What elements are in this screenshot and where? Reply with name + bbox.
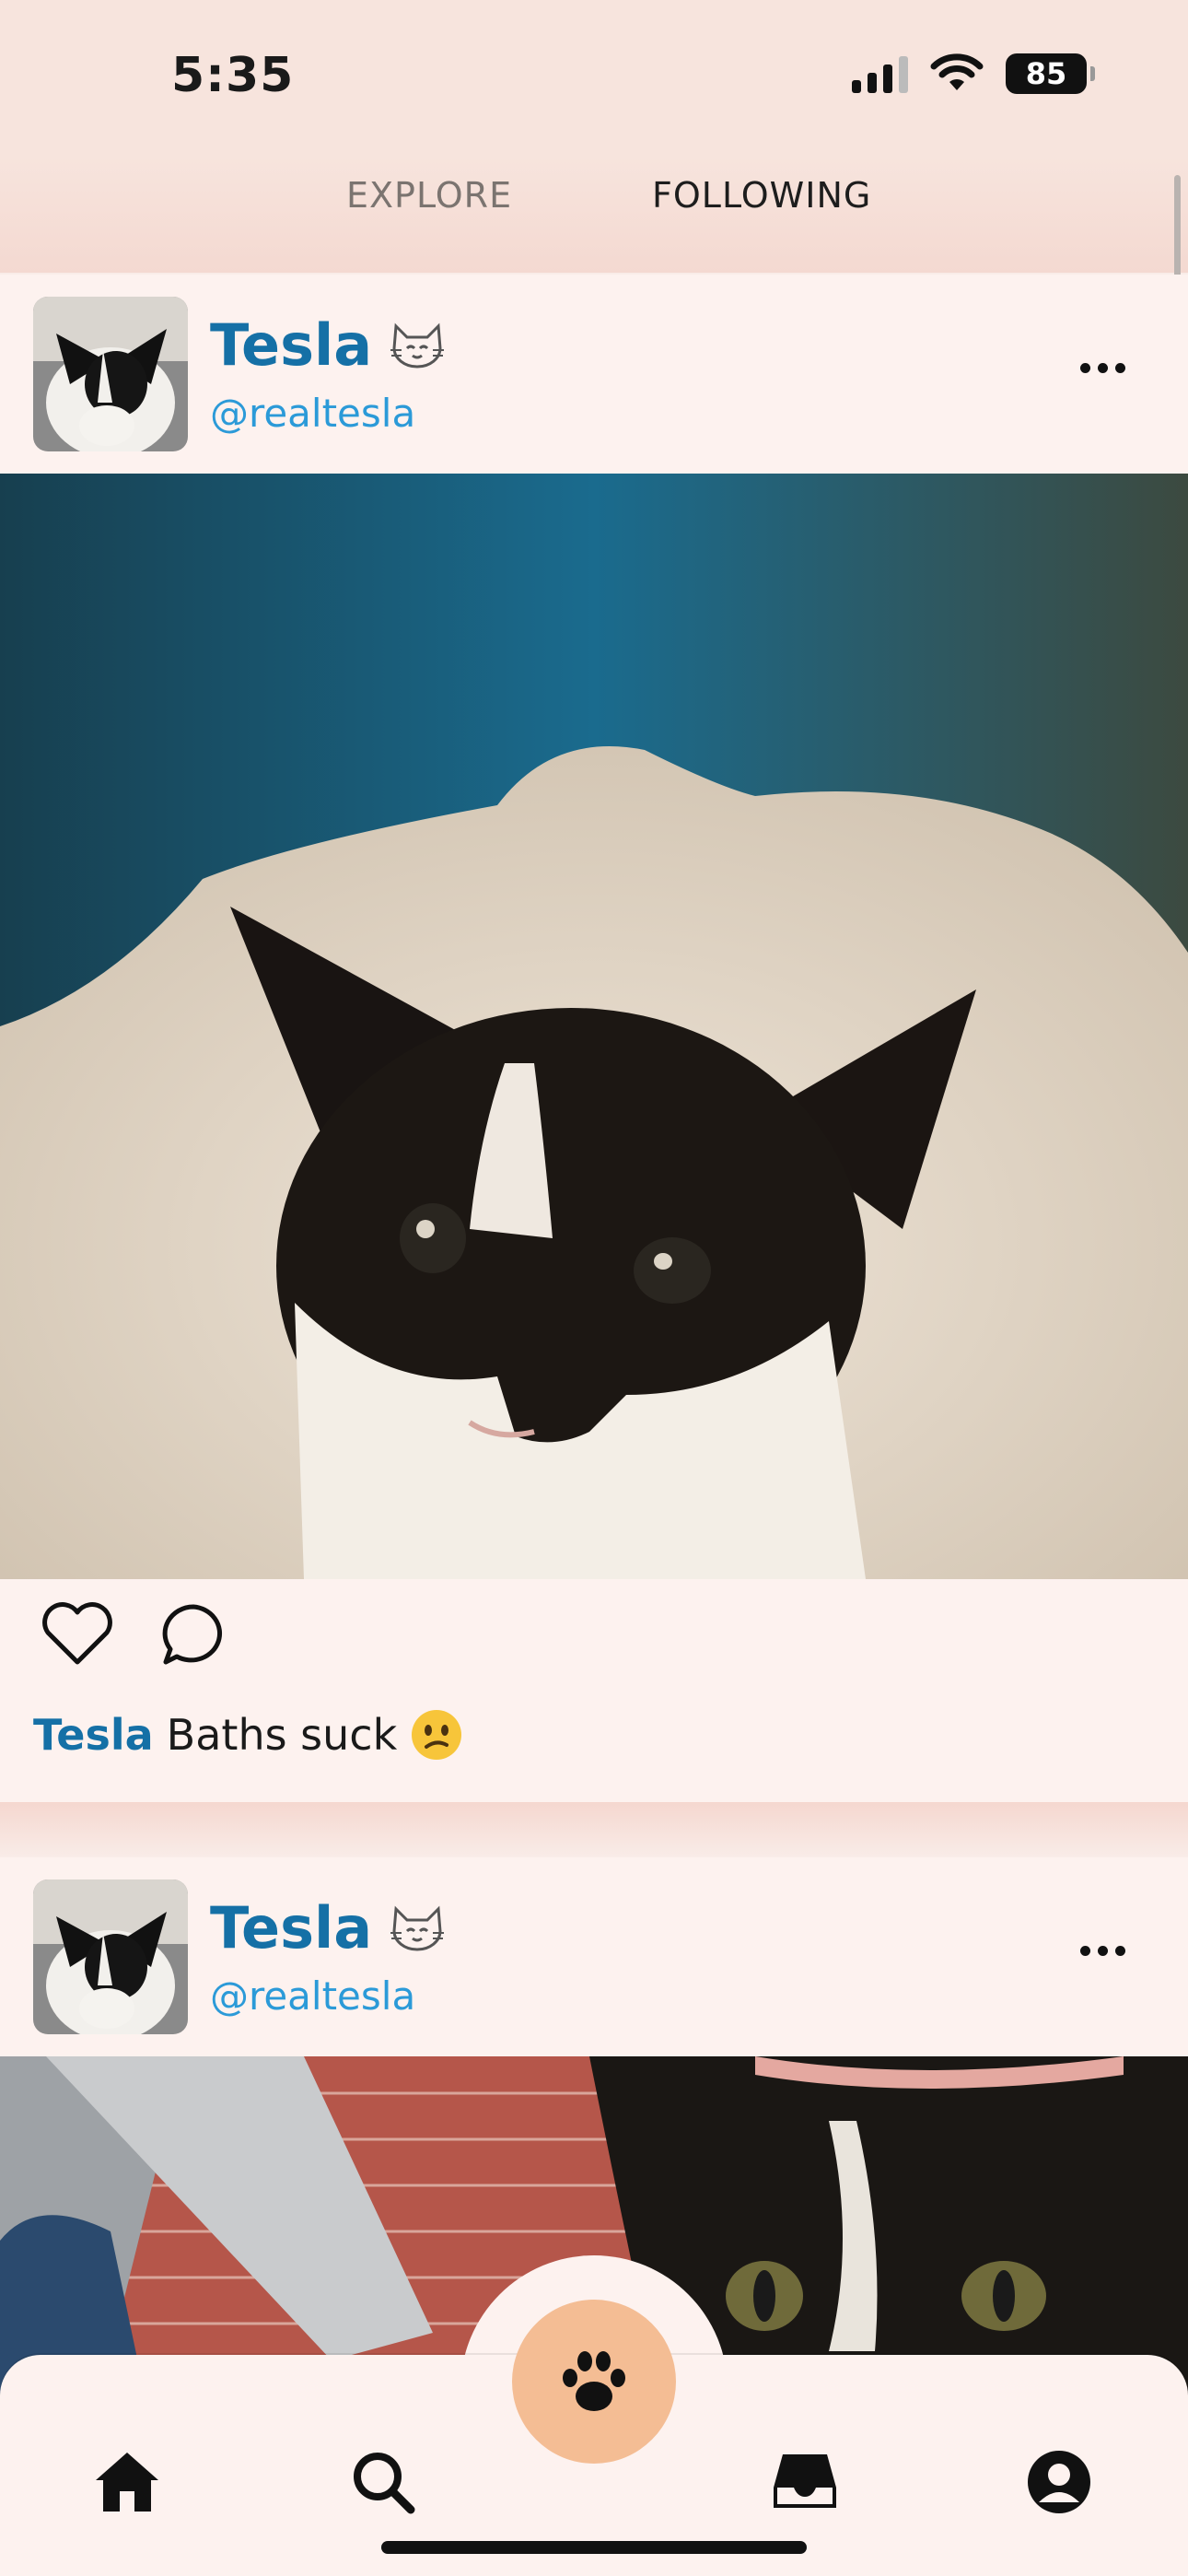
name-row: Tesla bbox=[210, 311, 446, 379]
signal-icon bbox=[852, 54, 908, 93]
post-separator bbox=[0, 1802, 1188, 1857]
paw-icon bbox=[563, 2351, 625, 2411]
avatar[interactable] bbox=[33, 1879, 188, 2034]
more-options-button[interactable] bbox=[1080, 363, 1125, 373]
tab-following[interactable]: FOLLOWING bbox=[652, 175, 871, 216]
post-actions: Tesla Baths suck bbox=[0, 1579, 1188, 1760]
cat-face-icon bbox=[390, 322, 445, 368]
name-row: Tesla bbox=[210, 1894, 446, 1961]
status-icons: 85 bbox=[852, 53, 1095, 94]
heart-icon[interactable] bbox=[41, 1601, 114, 1668]
home-indicator[interactable] bbox=[381, 2541, 807, 2554]
status-time: 5:35 bbox=[171, 48, 295, 103]
tab-explore[interactable]: EXPLORE bbox=[346, 175, 512, 216]
caption-text: Baths suck bbox=[166, 1710, 398, 1760]
post-header: Tesla @realtesla bbox=[0, 275, 1188, 474]
display-name[interactable]: Tesla bbox=[210, 311, 372, 379]
handle[interactable]: @realtesla bbox=[210, 391, 415, 436]
cat-face-icon bbox=[390, 1905, 445, 1950]
handle[interactable]: @realtesla bbox=[210, 1973, 415, 2019]
search-icon[interactable] bbox=[348, 2447, 418, 2517]
avatar[interactable] bbox=[33, 297, 188, 451]
wifi-icon bbox=[930, 53, 984, 90]
comment-icon[interactable] bbox=[158, 1601, 228, 1668]
more-options-button[interactable] bbox=[1080, 1946, 1125, 1956]
paw-button[interactable] bbox=[512, 2300, 676, 2464]
caption-author[interactable]: Tesla bbox=[33, 1710, 154, 1760]
display-name[interactable]: Tesla bbox=[210, 1894, 372, 1961]
profile-icon[interactable] bbox=[1024, 2447, 1094, 2517]
battery-icon: 85 bbox=[1006, 53, 1095, 94]
home-icon[interactable] bbox=[92, 2447, 162, 2517]
post-card: Tesla @realtesla bbox=[0, 275, 1188, 1802]
post-caption: Tesla Baths suck bbox=[33, 1708, 463, 1762]
feed-tabs: EXPLORE FOLLOWING bbox=[0, 157, 1188, 273]
post-header: Tesla @realtesla bbox=[0, 1857, 1188, 2056]
post-image[interactable] bbox=[0, 474, 1188, 1579]
inbox-icon[interactable] bbox=[770, 2447, 840, 2517]
status-bar: 5:35 85 bbox=[0, 0, 1188, 157]
confused-face-icon bbox=[412, 1710, 462, 1760]
